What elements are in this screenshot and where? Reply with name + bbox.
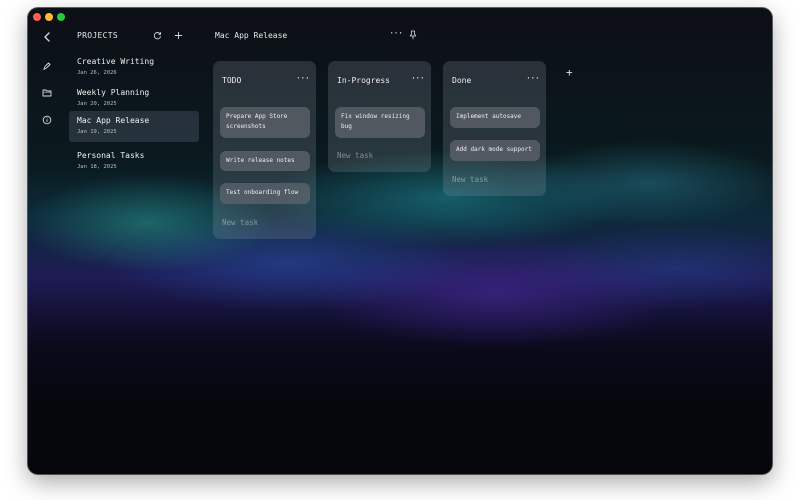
column-menu-icon[interactable]: ··· (296, 74, 310, 84)
plus-icon[interactable] (174, 31, 183, 40)
column-title: In-Progress (337, 76, 390, 85)
zoom-button[interactable] (57, 13, 65, 21)
column-todo: TODO ··· Prepare App Store screenshots W… (213, 61, 316, 239)
refresh-icon[interactable] (153, 31, 162, 40)
column-in-progress: In-Progress ··· Fix window resizing bug … (328, 61, 431, 172)
add-column-button[interactable]: + (566, 66, 573, 79)
new-task-input[interactable]: New task (452, 175, 488, 184)
task-card[interactable]: Implement autosave (450, 107, 540, 128)
project-date: Jan 26, 2026 (77, 70, 117, 76)
app-window: PROJECTS Creative Writing Jan 26, 2026 W… (28, 8, 772, 474)
task-card[interactable]: Fix window resizing bug (335, 107, 425, 138)
pin-icon[interactable] (409, 30, 417, 40)
project-date: Jan 18, 2025 (77, 164, 117, 170)
task-card[interactable]: Write release notes (220, 151, 310, 171)
column-menu-icon[interactable]: ··· (526, 74, 540, 84)
new-task-input[interactable]: New task (222, 218, 258, 227)
chevron-left-icon[interactable] (43, 32, 51, 42)
project-name: Creative Writing (77, 57, 155, 66)
column-menu-icon[interactable]: ··· (411, 74, 425, 84)
task-card[interactable]: Test onboarding flow (220, 183, 310, 204)
projects-header: PROJECTS (77, 31, 118, 40)
column-title: Done (452, 76, 472, 85)
project-name: Personal Tasks (77, 151, 145, 160)
project-date: Jan 20, 2025 (77, 101, 117, 107)
new-task-input[interactable]: New task (337, 151, 373, 160)
project-date: Jan 19, 2025 (77, 129, 117, 135)
close-button[interactable] (33, 13, 41, 21)
project-item[interactable]: Creative Writing Jan 26, 2026 (69, 52, 199, 83)
project-item-selected[interactable]: Mac App Release Jan 19, 2025 (69, 111, 199, 142)
task-card[interactable]: Prepare App Store screenshots (220, 107, 310, 138)
project-name: Mac App Release (77, 116, 150, 125)
column-done: Done ··· Implement autosave Add dark mod… (443, 61, 546, 196)
project-item[interactable]: Weekly Planning Jan 20, 2025 (69, 83, 199, 114)
ellipsis-icon[interactable]: ··· (389, 30, 403, 39)
folder-icon[interactable] (42, 88, 52, 97)
column-title: TODO (222, 76, 242, 85)
info-icon[interactable] (42, 115, 52, 125)
project-item[interactable]: Personal Tasks Jan 18, 2025 (69, 146, 199, 177)
pen-icon[interactable] (42, 61, 52, 71)
task-card[interactable]: Add dark mode support (450, 140, 540, 161)
project-name: Weekly Planning (77, 88, 150, 97)
minimize-button[interactable] (45, 13, 53, 21)
board-title: Mac App Release (215, 31, 288, 40)
